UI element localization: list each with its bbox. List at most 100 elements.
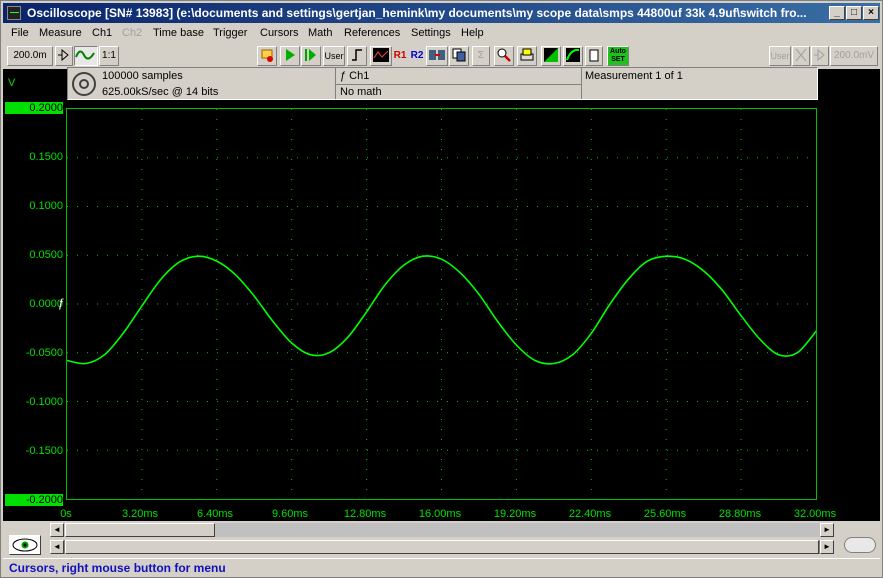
ch2-coupling-icon[interactable] [792, 46, 810, 66]
menu-measure[interactable]: Measure [39, 27, 82, 39]
ch1-volt-div-button[interactable]: 200.0m [7, 46, 53, 66]
ch1-sample-point [122, 332, 124, 334]
ch1-sample-point [216, 260, 218, 262]
eye-icon[interactable] [9, 535, 41, 555]
menu-cursors[interactable]: Cursors [260, 27, 299, 39]
reference-2-button[interactable]: R2 [409, 46, 425, 66]
ch1-sample-point [571, 354, 574, 356]
ch1-sample-point [347, 336, 349, 338]
ch2-volt-div-button[interactable]: 200.0mV [830, 46, 878, 66]
acquisition-status-icon [72, 72, 96, 96]
sum-icon[interactable]: Σ [472, 46, 490, 66]
ch1-sample-point [234, 274, 237, 276]
zoom-scroll-left-icon[interactable]: ◄ [50, 540, 64, 554]
ch1-sample-point [609, 303, 611, 305]
status-text: Cursors, right mouse button for menu [9, 561, 226, 575]
autoset-button[interactable]: Auto SET [607, 46, 629, 66]
zoom-icon[interactable] [494, 46, 514, 66]
zoom-scroll-right-icon[interactable]: ► [820, 540, 834, 554]
ch2-range-icon[interactable] [811, 46, 829, 66]
y-tick-label: 0.0000 [29, 298, 63, 310]
ch1-sample-point [422, 255, 424, 257]
x-tick-label: 32.00ms [793, 508, 837, 520]
ch1-sample-point [515, 344, 517, 346]
ch1-sample-point [497, 320, 499, 323]
ch1-range-down-icon[interactable] [55, 46, 73, 66]
y-axis-unit: V [8, 77, 16, 89]
oscilloscope-window: Oscilloscope [SN# 13983] (e:\documents a… [0, 0, 883, 578]
copy-icon[interactable] [449, 46, 469, 66]
x-tick-label: 9.60ms [271, 508, 309, 520]
menu-math[interactable]: Math [308, 27, 332, 39]
x-tick-label: 12.80ms [343, 508, 387, 520]
sample-count: 100000 samples [102, 70, 183, 82]
ch1-sample-point [272, 320, 274, 323]
scope-mode-icon[interactable] [370, 46, 392, 66]
menu-settings[interactable]: Settings [411, 27, 451, 39]
time-scrollbar[interactable]: ◄ ► [50, 523, 834, 537]
ch1-sample-point [684, 258, 686, 260]
waveform-graph[interactable] [66, 108, 817, 500]
math-label: No math [340, 86, 382, 98]
print-icon[interactable] [517, 46, 537, 66]
menu-references[interactable]: References [344, 27, 400, 39]
x-tick-label: 25.60ms [643, 508, 687, 520]
y-tick-label[interactable]: -0.2000 [5, 494, 63, 506]
x-tick-label: 0s [60, 508, 72, 520]
scroll-right-icon[interactable]: ► [820, 523, 834, 537]
export-icon[interactable] [426, 46, 448, 66]
single-shot-icon[interactable] [301, 46, 321, 66]
y-tick-label: -0.1000 [25, 396, 63, 408]
ch1-sample-point [103, 354, 106, 356]
trigger-slope-icon[interactable] [347, 46, 367, 66]
maximize-button[interactable]: □ [846, 6, 862, 20]
y-tick-label: 0.1000 [29, 200, 63, 212]
ch1-sample-point [197, 255, 199, 257]
menu-ch1[interactable]: Ch1 [92, 27, 112, 39]
scroll-left-icon[interactable]: ◄ [50, 523, 64, 537]
ch1-sample-point [759, 338, 761, 340]
user-trigger-button[interactable]: User [323, 46, 345, 66]
measurement-label: Measurement 1 of 1 [585, 70, 683, 82]
ac-coupling-icon[interactable] [74, 46, 98, 66]
clear-display-icon[interactable] [585, 46, 603, 66]
reference-1-button[interactable]: R1 [392, 46, 408, 66]
ch1-sample-point [160, 279, 162, 281]
scroll-thumb[interactable] [65, 523, 215, 537]
x-tick-label: 3.20ms [121, 508, 159, 520]
ch1-sample-point [85, 362, 87, 365]
menu-bar: File Measure Ch1 Ch2 Time base Trigger C… [3, 24, 880, 43]
zoom-scrollbar[interactable]: ◄ ► [50, 540, 834, 554]
ch1-sample-point [178, 261, 180, 263]
menu-file[interactable]: File [11, 27, 29, 39]
menu-help[interactable]: Help [461, 27, 484, 39]
zoom-scroll-thumb[interactable] [65, 540, 819, 554]
user-button-right[interactable]: User [769, 46, 791, 66]
ch1-sample-point [740, 315, 742, 317]
ch1-sample-point [590, 332, 592, 334]
y-tick-label[interactable]: 0.2000 [5, 102, 63, 114]
ch1-sample-point [777, 354, 780, 356]
probe-ratio-button[interactable]: 1:1 [99, 46, 119, 66]
menu-ch2[interactable]: Ch2 [122, 27, 142, 39]
ch1-sample-point [703, 270, 705, 272]
sample-rate: 625.00kS/sec @ 14 bits [102, 86, 219, 98]
ch1-sample-point [440, 258, 443, 260]
channel-toggle-icon[interactable] [844, 537, 876, 553]
menu-trigger[interactable]: Trigger [213, 27, 247, 39]
record-icon[interactable] [257, 46, 277, 66]
menu-time-base[interactable]: Time base [153, 27, 204, 39]
close-button[interactable]: × [863, 6, 879, 20]
ch1-sample-point [328, 352, 330, 354]
y-tick-label: 0.0500 [29, 249, 63, 261]
minimize-button[interactable]: _ [829, 6, 845, 20]
ch1-sample-point [646, 260, 649, 262]
ch1-sample-point [721, 289, 723, 291]
ch1-sample-point [384, 283, 386, 286]
y-tick-label: -0.1500 [25, 445, 63, 457]
run-icon[interactable] [280, 46, 300, 66]
trigger-level-marker[interactable]: ƒ [58, 296, 65, 310]
x-tick-label: 22.40ms [568, 508, 612, 520]
persistence-icon[interactable] [563, 46, 583, 66]
display-mode-icon[interactable] [541, 46, 561, 66]
